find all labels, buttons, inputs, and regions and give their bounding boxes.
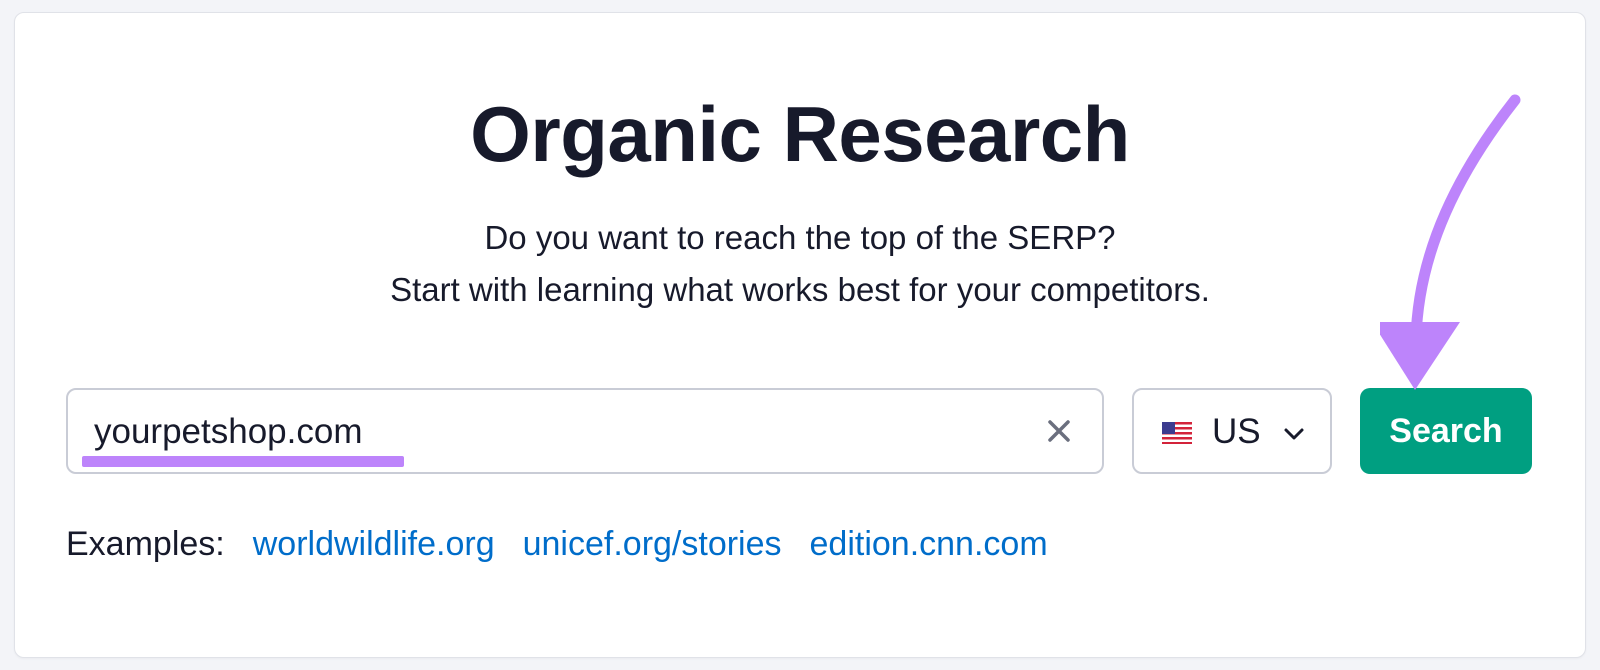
examples-label: Examples:	[66, 525, 225, 563]
search-button[interactable]: Search	[1360, 388, 1532, 474]
domain-search-input[interactable]: yourpetshop.com	[66, 388, 1104, 474]
chevron-down-icon	[1284, 428, 1304, 440]
close-icon[interactable]	[1040, 412, 1078, 450]
page-subtitle-line1: Do you want to reach the top of the SERP…	[484, 219, 1116, 256]
country-select[interactable]: US	[1132, 388, 1332, 474]
search-input-value: yourpetshop.com	[94, 412, 363, 451]
country-code: US	[1212, 412, 1261, 451]
example-link-unicef[interactable]: unicef.org/stories	[523, 522, 782, 566]
page-title: Organic Research	[470, 90, 1130, 178]
page-subtitle-line2: Start with learning what works best for …	[390, 271, 1210, 308]
highlight-underline	[82, 456, 404, 467]
examples-row: Examples: worldwildlife.org unicef.org/s…	[66, 522, 1076, 566]
example-link-worldwildlife[interactable]: worldwildlife.org	[253, 522, 495, 566]
example-link-cnn[interactable]: edition.cnn.com	[810, 522, 1048, 566]
us-flag-icon	[1162, 422, 1192, 444]
